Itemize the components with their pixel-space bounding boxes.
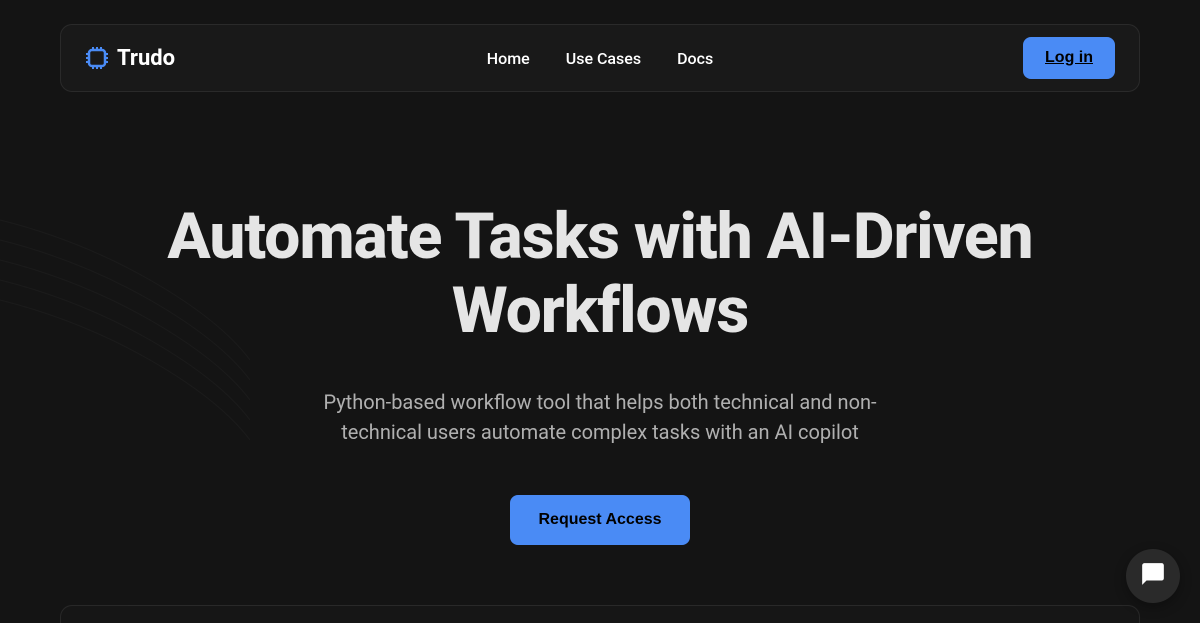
nav-links: Home Use Cases Docs — [487, 49, 713, 68]
hero-section: Automate Tasks with AI-Driven Workflows … — [0, 200, 1200, 545]
hero-title: Automate Tasks with AI-Driven Workflows — [150, 200, 1050, 347]
bottom-panel — [60, 605, 1140, 623]
nav-link-docs[interactable]: Docs — [677, 49, 713, 68]
navbar: Trudo Home Use Cases Docs Log in — [60, 24, 1140, 92]
nav-link-home[interactable]: Home — [487, 49, 530, 68]
logo-text: Trudo — [117, 46, 175, 71]
logo-icon — [85, 46, 109, 70]
login-button[interactable]: Log in — [1023, 37, 1115, 79]
hero-subtitle: Python-based workflow tool that helps bo… — [290, 387, 910, 447]
logo[interactable]: Trudo — [85, 46, 175, 71]
chat-icon — [1140, 561, 1166, 591]
nav-link-use-cases[interactable]: Use Cases — [566, 49, 641, 68]
chat-widget-button[interactable] — [1126, 549, 1180, 603]
request-access-button[interactable]: Request Access — [510, 495, 689, 545]
